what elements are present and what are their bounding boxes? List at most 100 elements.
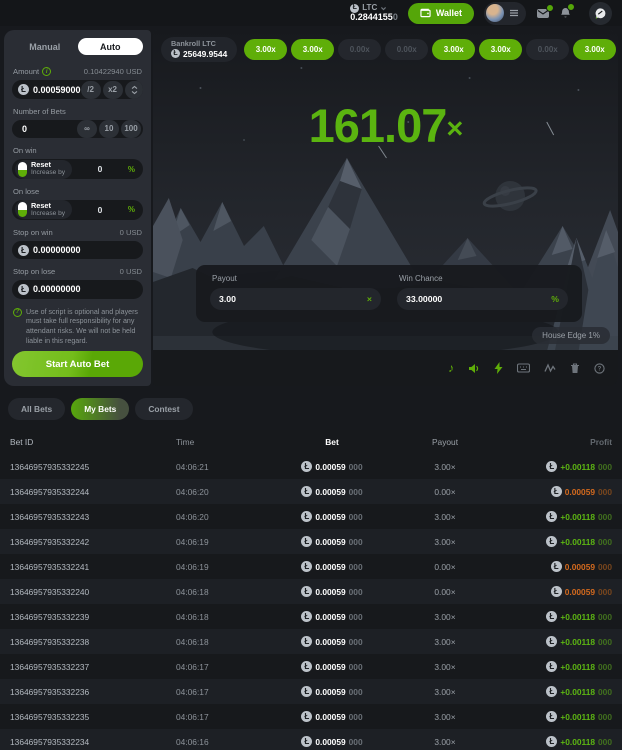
messages-button[interactable] — [536, 8, 550, 19]
tab-my-bets[interactable]: My Bets — [71, 398, 129, 420]
start-auto-bet-button[interactable]: Start Auto Bet — [12, 351, 143, 377]
chat-icon — [594, 7, 607, 20]
table-row[interactable]: 13646957935332234 04:06:16 Ł0.00059000 3… — [0, 729, 622, 750]
bets-infinite-button[interactable]: ∞ — [77, 120, 97, 138]
bet-cell: Ł0.00059 000 — [268, 511, 396, 522]
tab-auto[interactable]: Auto — [78, 38, 144, 55]
help-button[interactable]: ? — [594, 363, 605, 374]
bet-cell: Ł0.00059000 — [268, 561, 396, 572]
hotkeys-button[interactable] — [517, 363, 530, 373]
profit-cell: Ł+0.00118000 — [494, 686, 612, 697]
payout-cell: 0.00× — [396, 487, 494, 497]
time-cell: 04:06:17 — [176, 712, 268, 722]
on-lose-value[interactable]: 0 — [76, 205, 124, 215]
profit-amount-dim: 000 — [598, 462, 612, 472]
house-edge-badge[interactable]: House Edge 1% — [532, 327, 610, 344]
stop-on-lose-input[interactable]: Ł 0.00000000 — [12, 280, 143, 298]
wallet-icon — [420, 8, 431, 18]
number-of-bets-label: Number of Bets — [13, 107, 66, 116]
on-lose-control: ResetIncrease by 0 % — [12, 200, 143, 220]
time-cell: 04:06:16 — [176, 737, 268, 747]
table-row[interactable]: 13646957935332239 04:06:18 Ł0.00059000 3… — [0, 604, 622, 629]
history-multiplier-pill[interactable]: 3.00x — [573, 39, 616, 60]
tab-manual[interactable]: Manual — [12, 38, 78, 55]
bet-amount: 0.00059 — [315, 712, 345, 722]
music-button[interactable]: ♪ — [448, 362, 454, 374]
half-bet-button[interactable]: /2 — [81, 81, 101, 99]
number-of-bets-input[interactable]: 0 ∞ 10 100 — [12, 120, 143, 138]
payout-value: 3.00 — [219, 294, 236, 304]
history-multiplier-pill[interactable]: 3.00x — [432, 39, 475, 60]
bets-100-button[interactable]: 100 — [121, 120, 141, 138]
coin-icon: Ł — [301, 511, 312, 522]
double-bet-button[interactable]: x2 — [103, 81, 123, 99]
amount-stepper[interactable] — [125, 81, 143, 99]
bet-amount-dim: 000 — [349, 587, 363, 597]
win-chance-input[interactable]: 33.00000 % — [397, 288, 568, 310]
bet-id-cell: 13646957935332239 — [10, 612, 176, 622]
turbo-button[interactable] — [494, 362, 503, 374]
on-win-mode-toggle[interactable]: ResetIncrease by — [15, 160, 72, 179]
table-row[interactable]: 13646957935332244 04:06:20 Ł0.00059000 0… — [0, 479, 622, 504]
history-multiplier-pill[interactable]: 0.00x — [526, 39, 569, 60]
on-lose-mode-toggle[interactable]: ResetIncrease by — [15, 200, 72, 219]
main-area: Manual Auto Amounti 0.10422940 USD Ł 0.0… — [0, 26, 622, 386]
coin-icon: Ł — [301, 661, 312, 672]
coin-icon: Ł — [546, 636, 557, 647]
table-row[interactable]: 13646957935332235 04:06:17 Ł0.00059000 3… — [0, 704, 622, 729]
bet-amount: 0.00059 — [315, 512, 345, 522]
game-panel: Bankroll LTC Ł25649.9544 3.00x3.00x0.00x… — [153, 30, 618, 386]
profit-amount-dim: 000 — [598, 687, 612, 697]
clear-button[interactable] — [570, 363, 580, 374]
bet-id-cell: 13646957935332238 — [10, 637, 176, 647]
multiply-icon: × — [367, 294, 372, 304]
table-row[interactable]: 13646957935332243 04:06:20 Ł0.00059000 3… — [0, 504, 622, 529]
payout-cell: 3.00× — [396, 512, 494, 522]
coin-icon: Ł — [546, 661, 557, 672]
payout-cell: 3.00× — [396, 462, 494, 472]
time-cell: 04:06:17 — [176, 687, 268, 697]
on-win-value[interactable]: 0 — [76, 164, 124, 174]
amount-input[interactable]: Ł 0.00059000 /2 x2 — [12, 80, 143, 98]
user-menu[interactable] — [484, 2, 526, 25]
chat-button[interactable] — [589, 2, 612, 25]
history-multiplier-pill[interactable]: 3.00x — [291, 39, 334, 60]
history-multiplier-pill[interactable]: 3.00x — [479, 39, 522, 60]
table-row[interactable]: 13646957935332245 04:06:21 Ł0.00059000 3… — [0, 454, 622, 479]
profit-amount: +0.00118 — [560, 537, 595, 547]
table-row[interactable]: 13646957935332240 04:06:18 Ł0.00059000 0… — [0, 579, 622, 604]
payout-cell: 0.00× — [396, 587, 494, 597]
stop-on-lose-label: Stop on lose — [13, 267, 55, 276]
payout-input[interactable]: 3.00 × — [210, 288, 381, 310]
trends-button[interactable] — [544, 363, 556, 373]
table-row[interactable]: 13646957935332242 04:06:19 Ł0.00059000 3… — [0, 529, 622, 554]
coin-icon: Ł — [18, 245, 29, 256]
notifications-button[interactable] — [560, 7, 571, 19]
bet-amount: 0.00059 — [315, 587, 345, 597]
bet-id-cell: 13646957935332245 — [10, 462, 176, 472]
wallet-button[interactable]: Wallet — [408, 3, 474, 24]
bet-cell: Ł0.00059000 — [268, 586, 396, 597]
bet-amount-dim: 000 — [349, 512, 363, 522]
stop-on-win-input[interactable]: Ł 0.00000000 — [12, 241, 143, 259]
history-multiplier-pill[interactable]: 0.00x — [385, 39, 428, 60]
tab-all-bets[interactable]: All Bets — [8, 398, 65, 420]
profit-amount-dim: 000 — [598, 512, 612, 522]
coin-icon: Ł — [301, 636, 312, 647]
history-multiplier-pill[interactable]: 3.00x — [244, 39, 287, 60]
result-multiplier: 161.07× — [153, 102, 618, 149]
info-icon[interactable]: i — [42, 67, 51, 76]
bankroll-selector[interactable]: Bankroll LTC Ł25649.9544 — [161, 37, 237, 62]
table-row[interactable]: 13646957935332238 04:06:18 Ł0.00059000 3… — [0, 629, 622, 654]
tab-contest[interactable]: Contest — [135, 398, 192, 420]
bet-cell: Ł0.00059000 — [268, 661, 396, 672]
sound-button[interactable] — [468, 363, 480, 374]
table-row[interactable]: 13646957935332237 04:06:17 Ł0.00059000 3… — [0, 654, 622, 679]
history-multiplier-pill[interactable]: 0.00x — [338, 39, 381, 60]
bets-10-button[interactable]: 10 — [99, 120, 119, 138]
on-lose-label: On lose — [13, 187, 39, 196]
coin-icon: Ł — [301, 711, 312, 722]
table-row[interactable]: 13646957935332241 04:06:19 Ł0.00059000 0… — [0, 554, 622, 579]
balance-selector[interactable]: Ł LTC 0.28441550 — [350, 4, 398, 23]
table-row[interactable]: 13646957935332236 04:06:17 Ł0.00059000 3… — [0, 679, 622, 704]
